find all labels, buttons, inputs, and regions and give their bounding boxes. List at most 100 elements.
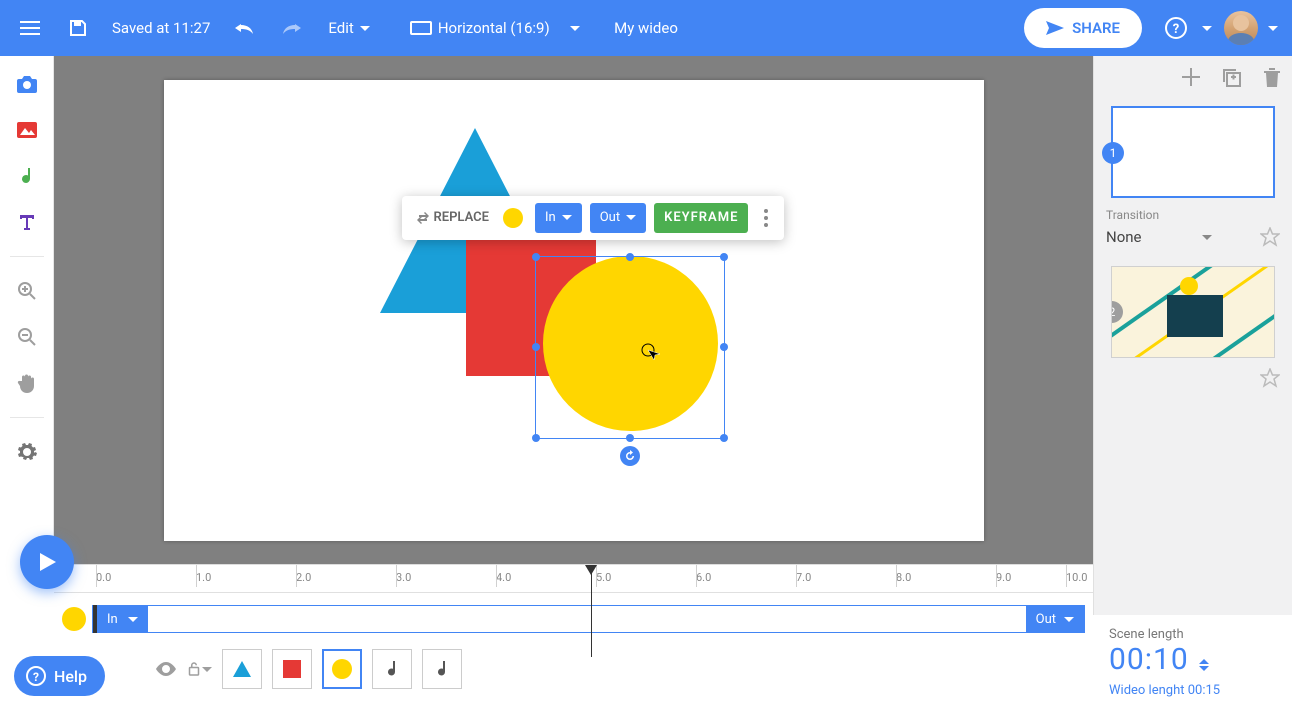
delete-scene-button[interactable] <box>1264 68 1280 88</box>
left-toolbar <box>0 56 54 564</box>
decrement-button[interactable] <box>1199 666 1209 671</box>
chevron-down-icon <box>570 26 580 31</box>
add-scene-button[interactable] <box>1182 68 1200 88</box>
resize-handle[interactable] <box>532 343 540 351</box>
menu-icon[interactable] <box>8 6 52 50</box>
replace-button[interactable]: REPLACE <box>410 210 495 225</box>
scene-length-value: 00:10 <box>1109 642 1189 677</box>
keyframe-button[interactable]: KEYFRAME <box>654 203 748 233</box>
scene-number: 1 <box>1102 142 1124 164</box>
tick: 10.0 <box>1066 571 1087 584</box>
user-avatar[interactable] <box>1224 11 1258 45</box>
zoom-in-tool[interactable] <box>11 275 43 307</box>
camera-tool[interactable] <box>11 68 43 100</box>
text-tool[interactable] <box>11 206 43 238</box>
svg-text:?: ? <box>33 670 39 684</box>
scene-length-label: Scene length <box>1109 627 1276 642</box>
swap-icon <box>416 211 430 225</box>
selection-box[interactable] <box>535 256 725 439</box>
tick: 7.0 <box>796 571 811 584</box>
visibility-icon[interactable] <box>154 662 178 676</box>
play-button[interactable] <box>20 535 74 589</box>
object-track: In Out <box>54 599 1093 639</box>
help-button[interactable]: ? Help <box>14 656 105 696</box>
playhead[interactable] <box>591 567 592 657</box>
audio-tool[interactable] <box>11 160 43 192</box>
share-label: SHARE <box>1072 19 1120 37</box>
animate-out-button[interactable]: Out <box>590 203 646 233</box>
canvas-area: REPLACE In Out KEYFRAME <box>54 56 1093 564</box>
favorite-icon[interactable] <box>1260 227 1280 247</box>
resize-handle[interactable] <box>626 434 634 442</box>
undo-icon[interactable] <box>222 6 266 50</box>
edit-menu[interactable]: Edit <box>318 19 379 37</box>
scene-thumbnail-2[interactable]: 2 <box>1111 266 1275 358</box>
duplicate-scene-button[interactable] <box>1222 68 1242 88</box>
settings-tool[interactable] <box>11 436 43 468</box>
help-icon: ? <box>26 666 46 686</box>
layer-audio-2[interactable] <box>422 649 462 689</box>
rotate-handle[interactable] <box>620 446 640 466</box>
layer-row <box>54 639 1093 689</box>
out-label: Out <box>600 210 620 225</box>
track-object-swatch[interactable] <box>62 607 86 631</box>
divider <box>10 417 44 418</box>
document-title[interactable]: My wideo <box>614 19 678 37</box>
resize-handle[interactable] <box>626 253 634 261</box>
scene-thumbnail-1[interactable]: 1 <box>1111 106 1275 198</box>
lock-icon[interactable] <box>188 659 212 679</box>
help-label: Help <box>54 667 87 686</box>
chevron-down-icon <box>562 215 572 220</box>
help-icon[interactable]: ? <box>1154 6 1198 50</box>
time-ruler[interactable]: 0.0 1.0 2.0 3.0 4.0 5.0 6.0 7.0 8.0 9.0 … <box>54 565 1093 593</box>
layer-circle[interactable] <box>322 649 362 689</box>
transition-value: None <box>1106 228 1142 246</box>
resize-handle[interactable] <box>532 434 540 442</box>
layer-triangle[interactable] <box>222 649 262 689</box>
pan-tool[interactable] <box>11 367 43 399</box>
orientation-menu[interactable]: Horizontal (16:9) <box>400 19 590 37</box>
increment-button[interactable] <box>1199 659 1209 664</box>
tick: 9.0 <box>996 571 1011 584</box>
tick: 4.0 <box>496 571 511 584</box>
chevron-down-icon[interactable] <box>1268 26 1278 31</box>
edit-menu-label: Edit <box>328 19 353 37</box>
image-tool[interactable] <box>11 114 43 146</box>
keyframe-label: KEYFRAME <box>664 210 738 225</box>
animate-in-button[interactable]: In <box>535 203 582 233</box>
divider <box>10 256 44 257</box>
in-label: In <box>545 210 556 225</box>
wideo-length-label: Wideo lenght <box>1109 683 1188 698</box>
chevron-down-icon <box>626 215 636 220</box>
object-color-swatch[interactable] <box>503 208 523 228</box>
more-options-button[interactable] <box>756 209 776 227</box>
resize-handle[interactable] <box>720 343 728 351</box>
orientation-label: Horizontal (16:9) <box>438 19 550 37</box>
layer-square[interactable] <box>272 649 312 689</box>
send-icon <box>1046 21 1064 35</box>
wideo-length-value: 00:15 <box>1188 683 1220 698</box>
resize-handle[interactable] <box>720 434 728 442</box>
resize-handle[interactable] <box>720 253 728 261</box>
scenes-panel: 1 Transition None 2 <box>1093 56 1292 710</box>
chevron-down-icon[interactable] <box>1202 26 1212 31</box>
resize-handle[interactable] <box>532 253 540 261</box>
scene-actions <box>1106 68 1280 88</box>
tick: 5.0 <box>596 571 611 584</box>
track-bar[interactable]: In Out <box>92 605 1085 633</box>
replace-label: REPLACE <box>434 210 489 225</box>
track-out-marker[interactable]: Out <box>1026 605 1084 633</box>
layer-audio-1[interactable] <box>372 649 412 689</box>
track-in-marker[interactable]: In <box>93 605 148 633</box>
chevron-down-icon <box>1202 235 1212 240</box>
zoom-out-tool[interactable] <box>11 321 43 353</box>
save-icon[interactable] <box>56 6 100 50</box>
redo-icon[interactable] <box>270 6 314 50</box>
stage[interactable]: REPLACE In Out KEYFRAME <box>164 80 984 541</box>
transition-select[interactable]: None <box>1106 224 1212 250</box>
wideo-length: Wideo lenght 00:15 <box>1109 683 1276 698</box>
favorite-icon[interactable] <box>1260 368 1280 388</box>
share-button[interactable]: SHARE <box>1024 8 1142 48</box>
in-label: In <box>107 612 118 627</box>
play-icon <box>37 551 57 573</box>
